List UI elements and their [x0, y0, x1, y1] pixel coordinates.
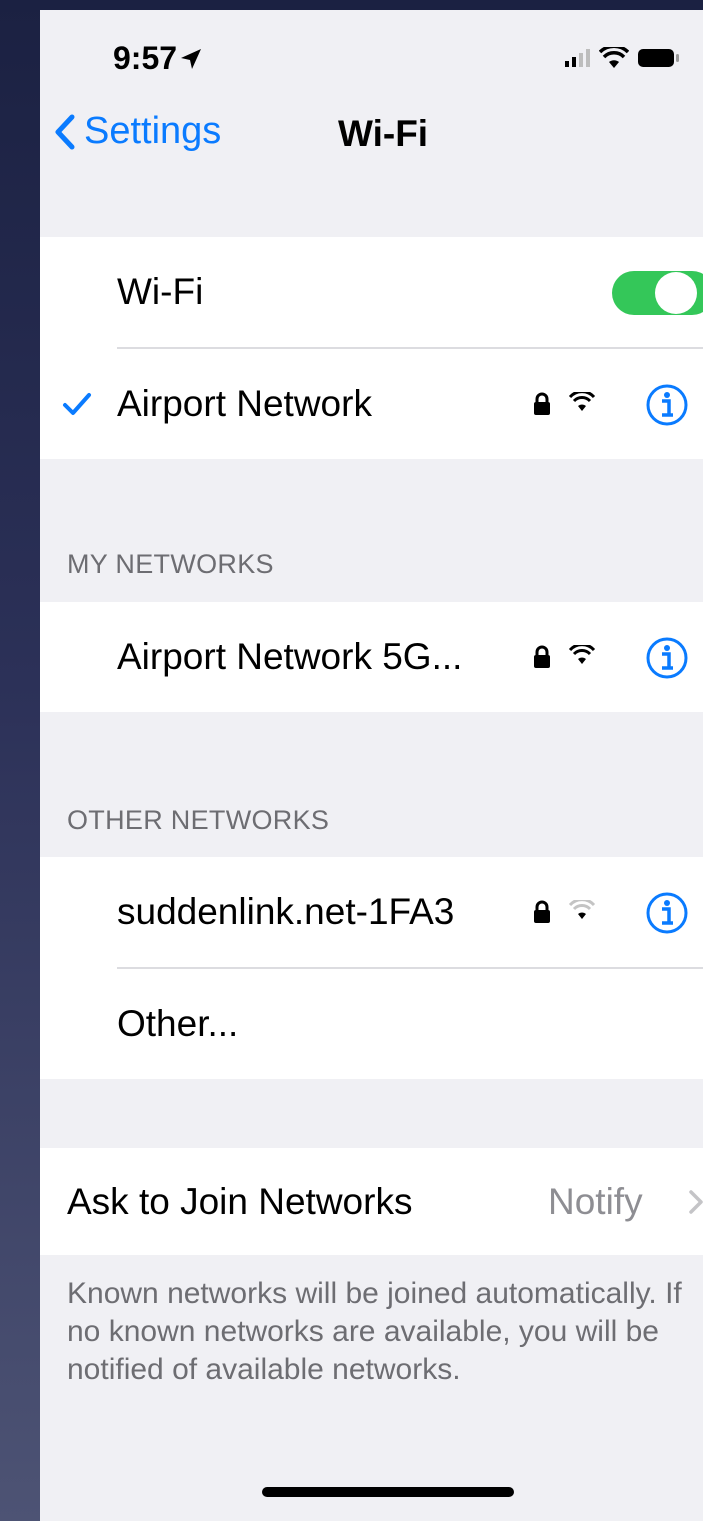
ask-to-join-row[interactable]: Ask to Join Networks Notify — [40, 1148, 703, 1255]
lock-icon — [534, 900, 550, 923]
home-indicator — [262, 1487, 514, 1497]
status-time-text: 9:57 — [113, 40, 178, 76]
status-time: 9:57 — [113, 40, 203, 77]
network-row[interactable]: Airport Network 5G... — [40, 602, 703, 712]
chevron-right-icon — [689, 1189, 703, 1214]
network-name: Airport Network 5G... — [117, 636, 463, 677]
ask-to-join-value: Notify — [548, 1180, 643, 1222]
wifi-signal-icon — [569, 645, 595, 664]
wifi-label: Wi-Fi — [117, 271, 204, 312]
wifi-signal-icon — [569, 392, 595, 411]
wifi-group: Wi-Fi Airport Network — [40, 237, 703, 459]
phone-screen: 9:57 Settings Wi-Fi Wi-Fi Airport Networ… — [40, 10, 703, 1521]
toggle-knob — [655, 272, 697, 314]
cellular-signal-icon — [565, 49, 590, 67]
wifi-toggle[interactable] — [612, 271, 703, 315]
lock-icon — [534, 392, 550, 415]
other-networks-header: OTHER NETWORKS — [67, 805, 330, 835]
ask-to-join-label: Ask to Join Networks — [67, 1180, 413, 1222]
page-title: Wi-Fi — [338, 113, 429, 154]
checkmark-icon — [63, 393, 91, 415]
ask-to-join-group: Ask to Join Networks Notify — [40, 1148, 703, 1255]
connected-network-name: Airport Network — [117, 383, 372, 424]
other-label: Other... — [117, 1003, 239, 1044]
other-network-row[interactable]: Other... — [40, 969, 703, 1079]
info-icon[interactable] — [645, 891, 689, 935]
ask-to-join-description: Known networks will be joined automatica… — [67, 1277, 682, 1386]
lock-icon — [534, 645, 550, 668]
wifi-signal-icon — [569, 900, 595, 919]
network-row[interactable]: suddenlink.net-1FA3 — [40, 857, 703, 967]
back-button[interactable]: Settings — [54, 110, 221, 153]
info-icon[interactable] — [645, 636, 689, 680]
wifi-status-icon — [599, 47, 629, 68]
wifi-toggle-row: Wi-Fi — [40, 237, 703, 347]
battery-icon — [638, 49, 679, 67]
network-name: suddenlink.net-1FA3 — [117, 891, 455, 932]
back-label: Settings — [84, 110, 222, 152]
my-networks-group: Airport Network 5G... — [40, 602, 703, 712]
chevron-left-icon — [55, 114, 75, 149]
other-networks-group: suddenlink.net-1FA3 Other... — [40, 857, 703, 1079]
connected-network-row[interactable]: Airport Network — [40, 349, 703, 459]
location-arrow-icon — [181, 49, 202, 69]
my-networks-header: MY NETWORKS — [67, 549, 274, 579]
info-icon[interactable] — [645, 383, 689, 427]
